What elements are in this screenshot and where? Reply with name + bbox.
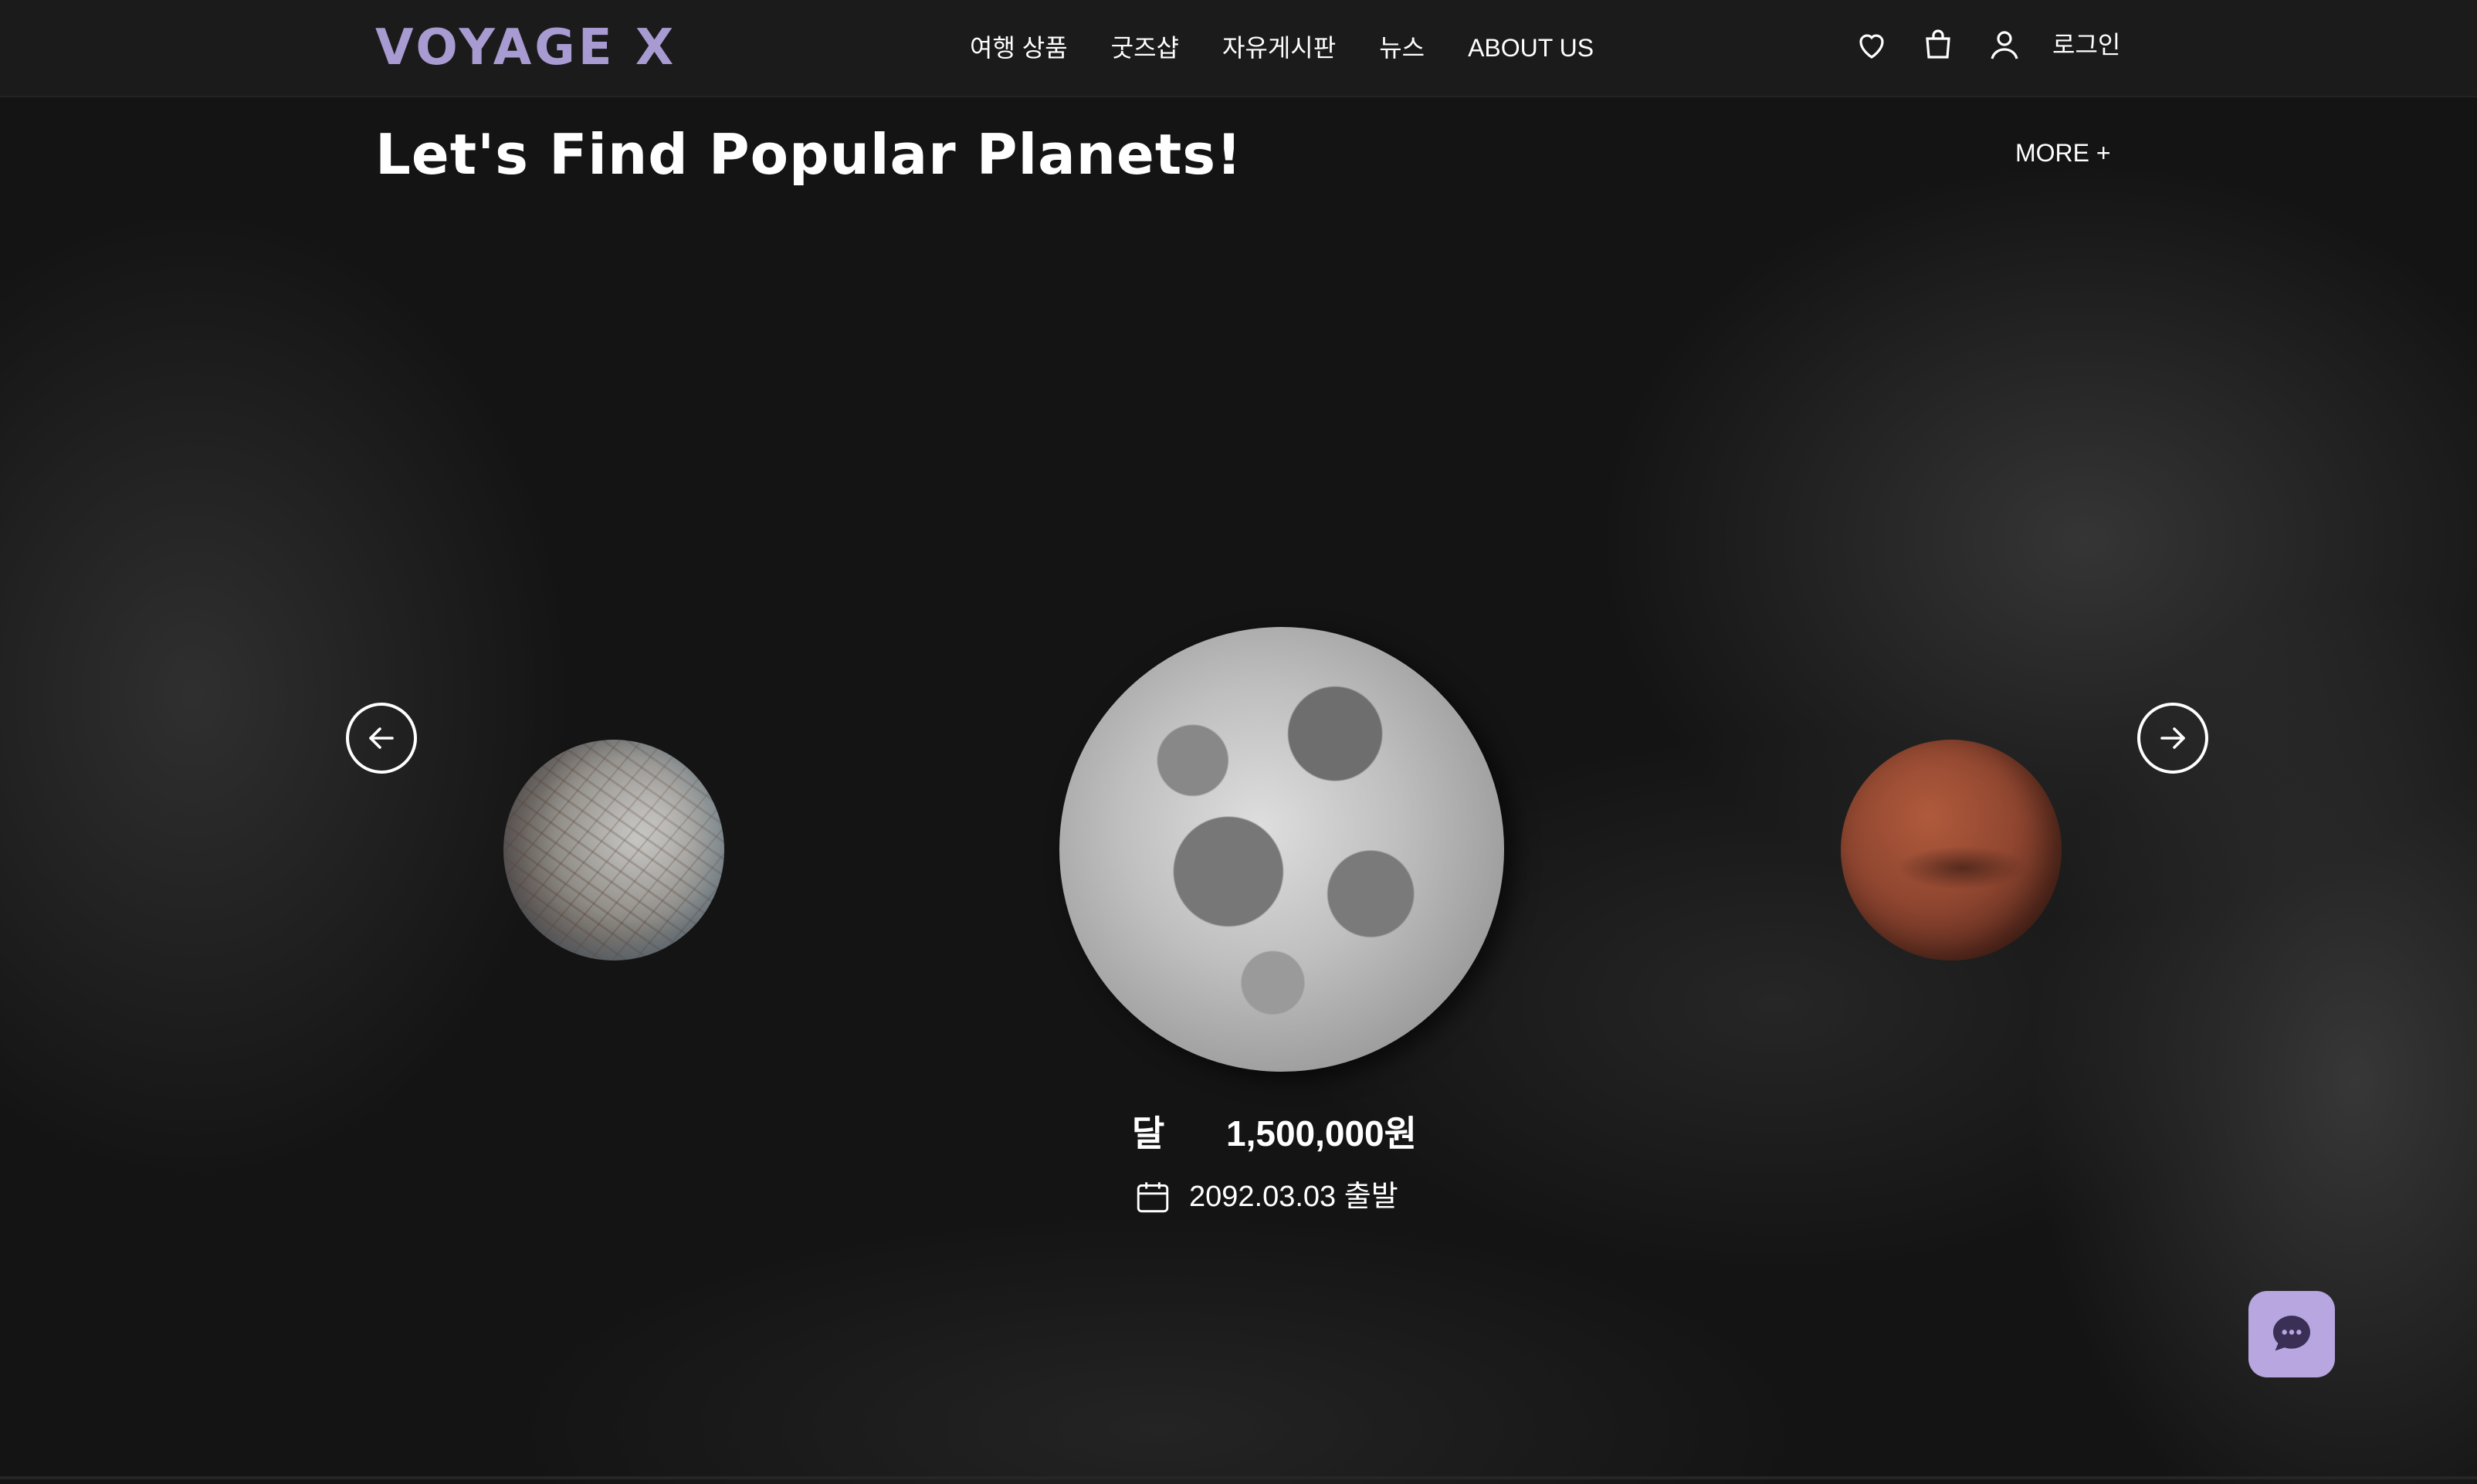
chat-bubble-icon: [2273, 1316, 2310, 1351]
nav-item-about-us[interactable]: ABOUT US: [1468, 29, 1594, 66]
header: VOYAGE X 여행 상품 굿즈샵 자유게시판 뉴스 ABOUT US 로그인: [0, 0, 2477, 97]
arrow-left-icon: [369, 727, 394, 749]
carousel-prev-button[interactable]: [346, 703, 417, 774]
planet-name: 달: [1132, 1113, 1165, 1154]
nav-item-news[interactable]: 뉴스: [1379, 29, 1425, 66]
more-link[interactable]: MORE +: [2015, 136, 2111, 170]
heart-icon[interactable]: [1853, 26, 1890, 63]
nav-item-free-board[interactable]: 자유게시판: [1222, 29, 1336, 66]
departure-date-row: 2092.03.03 출발: [1133, 1174, 1398, 1220]
planet-image-mars[interactable]: [1841, 740, 2062, 961]
shopping-bag-icon[interactable]: [1920, 26, 1957, 63]
main-nav: 여행 상품 굿즈샵 자유게시판 뉴스 ABOUT US: [970, 29, 1594, 66]
section-title: Let's Find Popular Planets!: [375, 122, 1242, 187]
planet-image-europa[interactable]: [503, 740, 724, 961]
arrow-right-icon: [2160, 727, 2185, 749]
chat-button[interactable]: [2248, 1291, 2335, 1377]
logo[interactable]: VOYAGE X: [375, 19, 676, 77]
planet-price: 1,500,000원: [1226, 1113, 1417, 1154]
planet-image-moon[interactable]: [1059, 627, 1504, 1072]
nav-item-goods-shop[interactable]: 굿즈샵: [1111, 29, 1179, 66]
carousel-next-button[interactable]: [2137, 703, 2208, 774]
departure-date: 2092.03.03 출발: [1189, 1181, 1398, 1213]
login-link[interactable]: 로그인: [2052, 26, 2120, 63]
nav-item-travel-products[interactable]: 여행 상품: [970, 29, 1068, 66]
user-icon[interactable]: [1986, 26, 2023, 63]
calendar-icon: [1137, 1182, 1169, 1213]
bottom-divider: [0, 1476, 2477, 1479]
page: VOYAGE X 여행 상품 굿즈샵 자유게시판 뉴스 ABOUT US 로그인…: [0, 0, 2477, 1484]
header-actions: 로그인: [1853, 26, 2120, 63]
